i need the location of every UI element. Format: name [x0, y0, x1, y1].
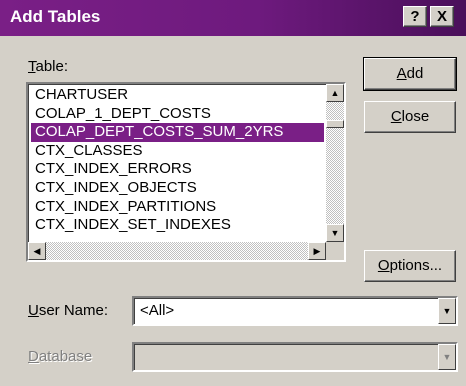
chevron-down-icon: ▼: [442, 352, 452, 362]
add-button[interactable]: Add: [363, 57, 457, 91]
help-icon: ?: [410, 8, 420, 25]
up-arrow-icon: ▲: [330, 88, 340, 98]
help-button[interactable]: ?: [403, 6, 427, 27]
table-label: Table:: [28, 58, 69, 75]
title-bar: Add Tables ? X: [0, 0, 466, 36]
table-list: CHARTUSER COLAP_1_DEPT_COSTS COLAP_DEPT_CO…: [31, 86, 324, 240]
close-icon: X: [436, 8, 447, 25]
down-arrow-icon: ▼: [330, 228, 340, 238]
close-window-button[interactable]: X: [430, 6, 454, 27]
table-listbox[interactable]: CHARTUSER COLAP_1_DEPT_COSTS COLAP_DEPT_CO…: [26, 82, 346, 262]
scroll-up-button[interactable]: ▲: [326, 84, 344, 102]
list-item[interactable]: CTX_CLASSES: [31, 142, 324, 161]
vertical-scrollbar[interactable]: ▲ ▼: [326, 84, 344, 242]
list-item[interactable]: CTX_INDEX_ERRORS: [31, 160, 324, 179]
close-button[interactable]: Close: [364, 101, 456, 133]
scroll-left-button[interactable]: ◀: [28, 242, 46, 260]
list-item[interactable]: CTX_INDEX_OBJECTS: [31, 179, 324, 198]
user-name-dropdown-button[interactable]: ▼: [438, 298, 456, 324]
database-label: Database: [28, 348, 93, 365]
scroll-right-button[interactable]: ▶: [308, 242, 326, 260]
scrollbar-corner: [326, 242, 344, 260]
horizontal-scrollbar[interactable]: ◀ ▶: [28, 242, 326, 260]
list-item[interactable]: COLAP_1_DEPT_COSTS: [31, 105, 324, 124]
list-item[interactable]: CTX_INDEX_PARTITIONS: [31, 198, 324, 217]
options-button[interactable]: Options...: [364, 250, 456, 282]
user-name-combobox[interactable]: <All> ▼: [132, 296, 458, 326]
scroll-down-button[interactable]: ▼: [326, 224, 344, 242]
user-name-value: <All>: [140, 302, 175, 319]
list-item[interactable]: CTX_INDEX_SET_INDEXES: [31, 216, 324, 235]
scroll-thumb[interactable]: [326, 120, 344, 128]
chevron-down-icon: ▼: [442, 306, 452, 316]
right-arrow-icon: ▶: [313, 246, 321, 256]
window-title: Add Tables: [10, 7, 101, 26]
database-combobox: ▼: [132, 342, 458, 372]
database-dropdown-button: ▼: [438, 344, 456, 370]
user-name-label: User Name:: [28, 302, 109, 319]
list-item[interactable]: COLAP_DEPT_COSTS_SUM_2YRS: [31, 123, 324, 142]
left-arrow-icon: ◀: [33, 246, 41, 256]
list-item[interactable]: CHARTUSER: [31, 86, 324, 105]
